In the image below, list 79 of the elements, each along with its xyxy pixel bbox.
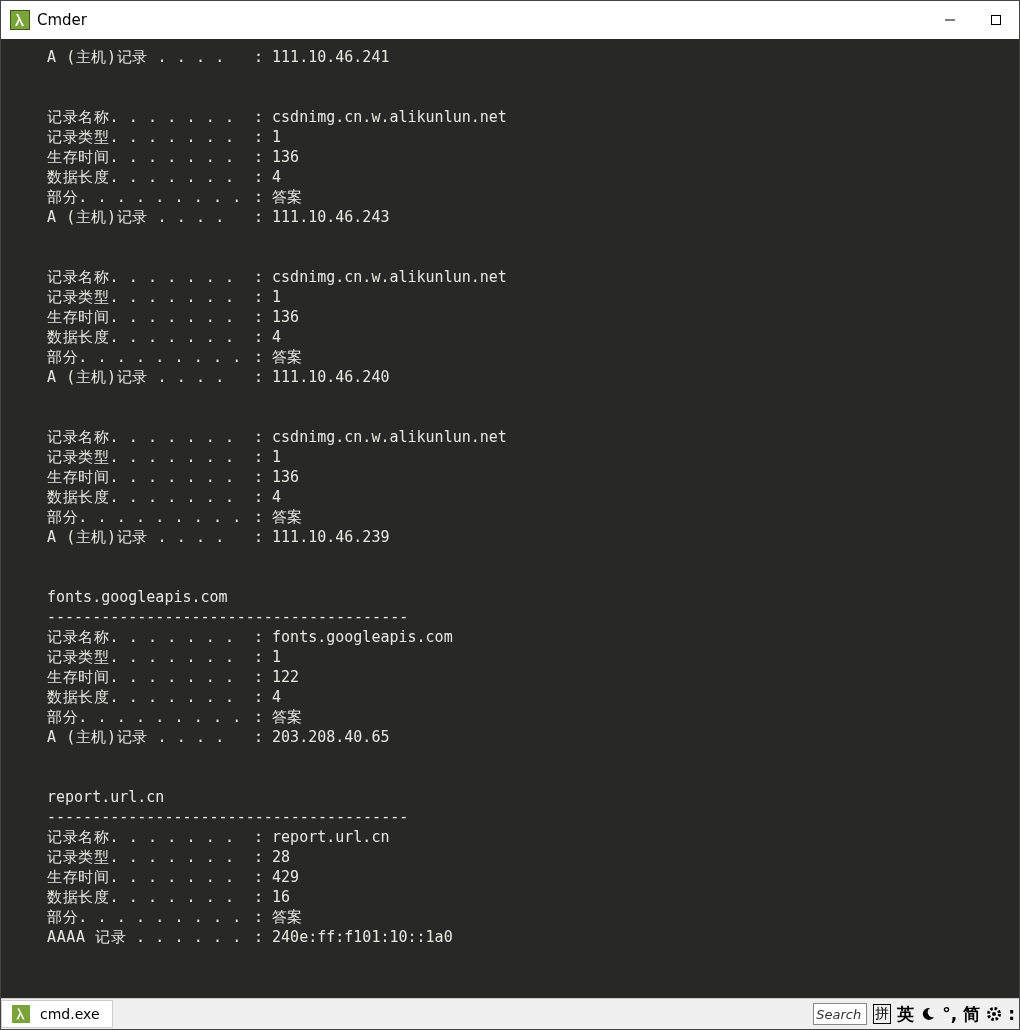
record-label: 记录名称. . . . . . . xyxy=(47,267,236,287)
record-label: 部分. . . . . . . . . xyxy=(47,507,243,527)
record-label: 记录类型. . . . . . . xyxy=(47,847,236,867)
record-value: : 203.208.40.65 xyxy=(254,727,390,747)
record-label: 部分. . . . . . . . . xyxy=(47,347,243,367)
record-value: : 136 xyxy=(254,467,300,487)
record-value: : 136 xyxy=(254,147,300,167)
record-value: : 111.10.46.243 xyxy=(254,207,390,227)
record-label: 记录类型. . . . . . . xyxy=(47,127,236,147)
record-value: : 429 xyxy=(254,867,300,887)
record-value: : 240e:ff:f101:10::1a0 xyxy=(254,927,453,947)
lambda-icon xyxy=(10,10,30,30)
record-value: : 136 xyxy=(254,307,300,327)
record-value: : 答案 xyxy=(254,907,303,927)
record-label: 部分. . . . . . . . . xyxy=(47,187,243,207)
record-value: : 4 xyxy=(254,687,282,707)
record-value: : 答案 xyxy=(254,507,303,527)
record-label: 记录名称. . . . . . . xyxy=(47,427,236,447)
maximize-icon xyxy=(990,14,1002,26)
record-value: : 答案 xyxy=(254,347,303,367)
ime-button[interactable]: 英 xyxy=(897,1002,915,1026)
gear-icon[interactable] xyxy=(986,1006,1003,1022)
host-name: report.url.cn xyxy=(47,787,165,807)
record-value: : csdnimg.cn.w.alikunlun.net xyxy=(254,267,507,287)
record-label: A (主机)记录 . . . . xyxy=(47,727,226,747)
record-value: : 答案 xyxy=(254,187,303,207)
window-title: Cmder xyxy=(37,11,87,29)
record-value: : 16 xyxy=(254,887,291,907)
record-label: 部分. . . . . . . . . xyxy=(47,907,243,927)
record-label: A (主机)记录 . . . . xyxy=(47,207,226,227)
record-value: : 1 xyxy=(254,287,282,307)
ime-button[interactable]: 简 xyxy=(963,1002,981,1026)
record-value: : 122 xyxy=(254,667,300,687)
record-value: : 111.10.46.240 xyxy=(254,367,390,387)
record-label: AAAA 记录 . . . . . . xyxy=(47,927,243,947)
ime-button[interactable]: °, xyxy=(942,1004,958,1024)
console-tab[interactable]: cmd.exe xyxy=(1,1000,113,1028)
record-value: : 4 xyxy=(254,487,282,507)
record-label: 记录类型. . . . . . . xyxy=(47,447,236,467)
record-label: 记录名称. . . . . . . xyxy=(47,107,236,127)
record-label: 生存时间. . . . . . . xyxy=(47,867,236,887)
record-label: 记录名称. . . . . . . xyxy=(47,827,236,847)
record-label: 生存时间. . . . . . . xyxy=(47,667,236,687)
record-label: 数据长度. . . . . . . xyxy=(47,887,236,907)
record-label: 数据长度. . . . . . . xyxy=(47,167,236,187)
record-label: 数据长度. . . . . . . xyxy=(47,687,236,707)
search-field[interactable]: Search xyxy=(813,1003,868,1025)
record-label: 记录类型. . . . . . . xyxy=(47,647,236,667)
record-label: 生存时间. . . . . . . xyxy=(47,307,236,327)
moon-icon[interactable] xyxy=(920,1006,937,1022)
record-label: 生存时间. . . . . . . xyxy=(47,147,236,167)
host-name: fonts.googleapis.com xyxy=(47,587,228,607)
ime-button[interactable]: : xyxy=(1008,1004,1015,1024)
record-value: : 1 xyxy=(254,127,282,147)
record-value: : report.url.cn xyxy=(254,827,390,847)
record-label: 部分. . . . . . . . . xyxy=(47,707,243,727)
record-value: : 28 xyxy=(254,847,291,867)
record-value: : fonts.googleapis.com xyxy=(254,627,453,647)
record-value: : 4 xyxy=(254,167,282,187)
record-value: : 111.10.46.241 xyxy=(254,47,390,67)
record-value: : 1 xyxy=(254,647,282,667)
record-label: 生存时间. . . . . . . xyxy=(47,467,236,487)
record-label: 数据长度. . . . . . . xyxy=(47,327,236,347)
record-label: 数据长度. . . . . . . xyxy=(47,487,236,507)
record-value: : 答案 xyxy=(254,707,303,727)
record-value: : 1 xyxy=(254,447,282,467)
record-value: : csdnimg.cn.w.alikunlun.net xyxy=(254,107,507,127)
record-label: 记录类型. . . . . . . xyxy=(47,287,236,307)
record-value: : 111.10.46.239 xyxy=(254,527,390,547)
dashed-rule: ---------------------------------------- xyxy=(47,607,409,627)
record-label: A (主机)记录 . . . . xyxy=(47,47,226,67)
ime-button[interactable]: 拼 xyxy=(873,1004,892,1024)
record-value: : 4 xyxy=(254,327,282,347)
record-label: A (主机)记录 . . . . xyxy=(47,527,226,547)
lambda-icon xyxy=(12,1005,30,1023)
record-value: : csdnimg.cn.w.alikunlun.net xyxy=(254,427,507,447)
record-label: 记录名称. . . . . . . xyxy=(47,627,236,647)
record-label: A (主机)记录 . . . . xyxy=(47,367,226,387)
dashed-rule: ---------------------------------------- xyxy=(47,807,409,827)
